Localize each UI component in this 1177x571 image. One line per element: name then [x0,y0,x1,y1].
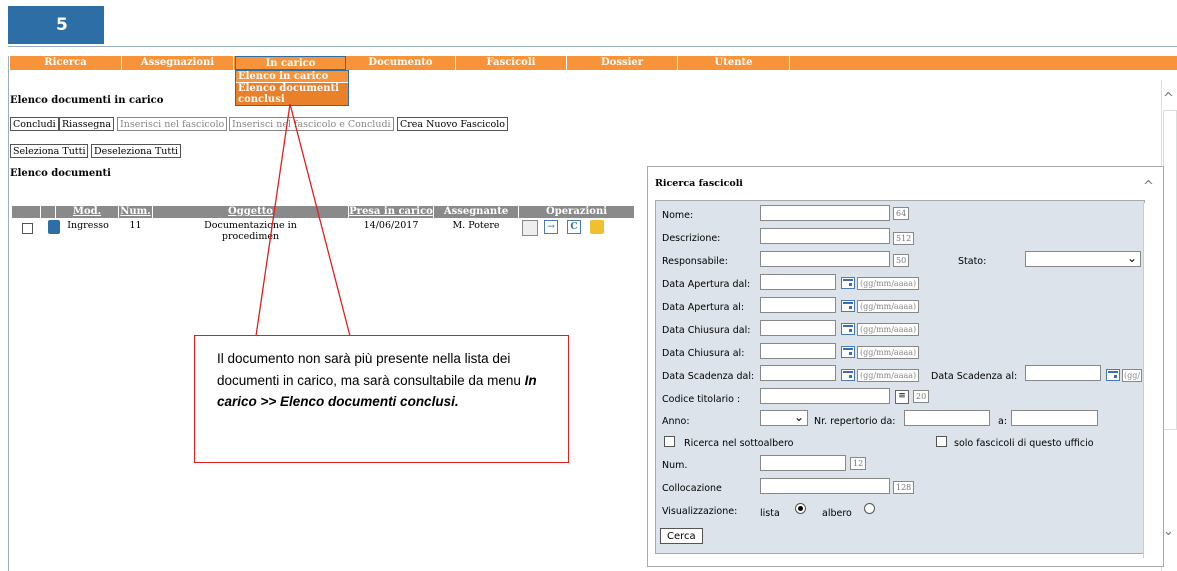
lista-label: lista [760,508,780,519]
descrizione-max: 512 [893,232,915,245]
stato-label: Stato: [958,256,987,267]
apertura-dal-label: Data Apertura dal: [662,279,751,290]
repertorio-a-label: a: [998,416,1008,427]
descrizione-input[interactable] [760,228,890,244]
annotation-callout: Il documento non sarà più presente nella… [194,335,569,463]
collocazione-max: 128 [893,481,915,494]
chevron-down-icon: ⌄ [1126,251,1137,265]
num-label: Num. [662,460,688,471]
chiusura-dal-label: Data Chiusura dal: [662,325,751,336]
repertorio-da-input[interactable] [904,410,990,426]
nome-label: Nome: [662,210,694,221]
sottoalbero-checkbox[interactable] [664,436,675,447]
scadenza-al-label: Data Scadenza al: [931,371,1018,382]
codice-titolario-input[interactable] [760,388,890,404]
anno-label: Anno: [662,416,690,427]
repertorio-a-input[interactable] [1011,410,1098,426]
chiusura-al-label: Data Chiusura al: [662,348,745,359]
calendar-icon[interactable] [841,300,855,312]
panel-scrollbar[interactable] [1143,203,1160,558]
ufficio-label: solo fascicoli di questo ufficio [954,438,1094,449]
date-format-hint: (gg/mm/aaaa) [857,300,920,313]
chevron-down-icon: ⌄ [793,410,804,424]
stato-select[interactable]: ⌄ [1025,251,1141,267]
codice-max: 20 [913,390,930,403]
nome-max: 64 [893,207,910,220]
calendar-icon[interactable] [841,277,855,289]
apertura-al-input[interactable] [760,297,836,313]
collocazione-label: Collocazione [662,483,722,494]
calendar-icon[interactable] [841,369,855,381]
responsabile-label: Responsabile: [662,256,728,267]
panel-scroll-up-icon[interactable]: ^ [1143,174,1159,204]
scroll-down-icon[interactable]: ⌄ [1163,524,1174,539]
callout-text: Il documento non sarà più presente nella… [217,351,525,388]
scadenza-dal-input[interactable] [760,365,836,381]
calendar-icon[interactable] [1106,369,1120,381]
repertorio-da-label: Nr. repertorio da: [814,416,896,427]
calendar-icon[interactable] [841,346,855,358]
nome-input[interactable] [760,205,890,221]
date-format-hint: (gg/mm/aaaa) [857,346,920,359]
responsabile-input[interactable] [760,251,890,267]
cerca-button[interactable]: Cerca [660,528,703,544]
albero-label: albero [822,508,852,519]
scadenza-dal-label: Data Scadenza dal: [662,371,755,382]
lista-radio[interactable] [795,503,806,514]
chiusura-al-input[interactable] [760,343,836,359]
scadenza-al-input[interactable] [1025,365,1101,381]
page-scroll-thumb[interactable] [1163,110,1177,430]
date-format-hint: (gg/mm/aaaa) [857,369,920,382]
descrizione-label: Descrizione: [662,233,721,244]
chiusura-dal-input[interactable] [760,320,836,336]
sottoalbero-label: Ricerca nel sottoalbero [684,438,794,449]
responsabile-max: 50 [893,254,910,267]
num-input[interactable] [760,455,846,471]
codice-titolario-label: Codice titolario : [662,394,741,405]
albero-radio[interactable] [864,503,875,514]
calendar-icon[interactable] [841,323,855,335]
apertura-al-label: Data Apertura al: [662,302,745,313]
date-format-hint: (gg/mm/aaaa) [857,277,920,290]
list-icon[interactable]: ≡ [895,390,909,404]
apertura-dal-input[interactable] [760,274,836,290]
ufficio-checkbox[interactable] [936,436,947,447]
scroll-up-icon[interactable]: ^ [1163,91,1174,106]
num-max: 12 [850,457,867,470]
date-format-hint: (gg/ [1122,369,1142,382]
collocazione-input[interactable] [760,478,890,494]
visualizzazione-label: Visualizzazione: [662,506,738,517]
anno-select[interactable]: ⌄ [760,410,808,426]
panel-title: Ricerca fascicoli [655,178,743,189]
date-format-hint: (gg/mm/aaaa) [857,323,920,336]
